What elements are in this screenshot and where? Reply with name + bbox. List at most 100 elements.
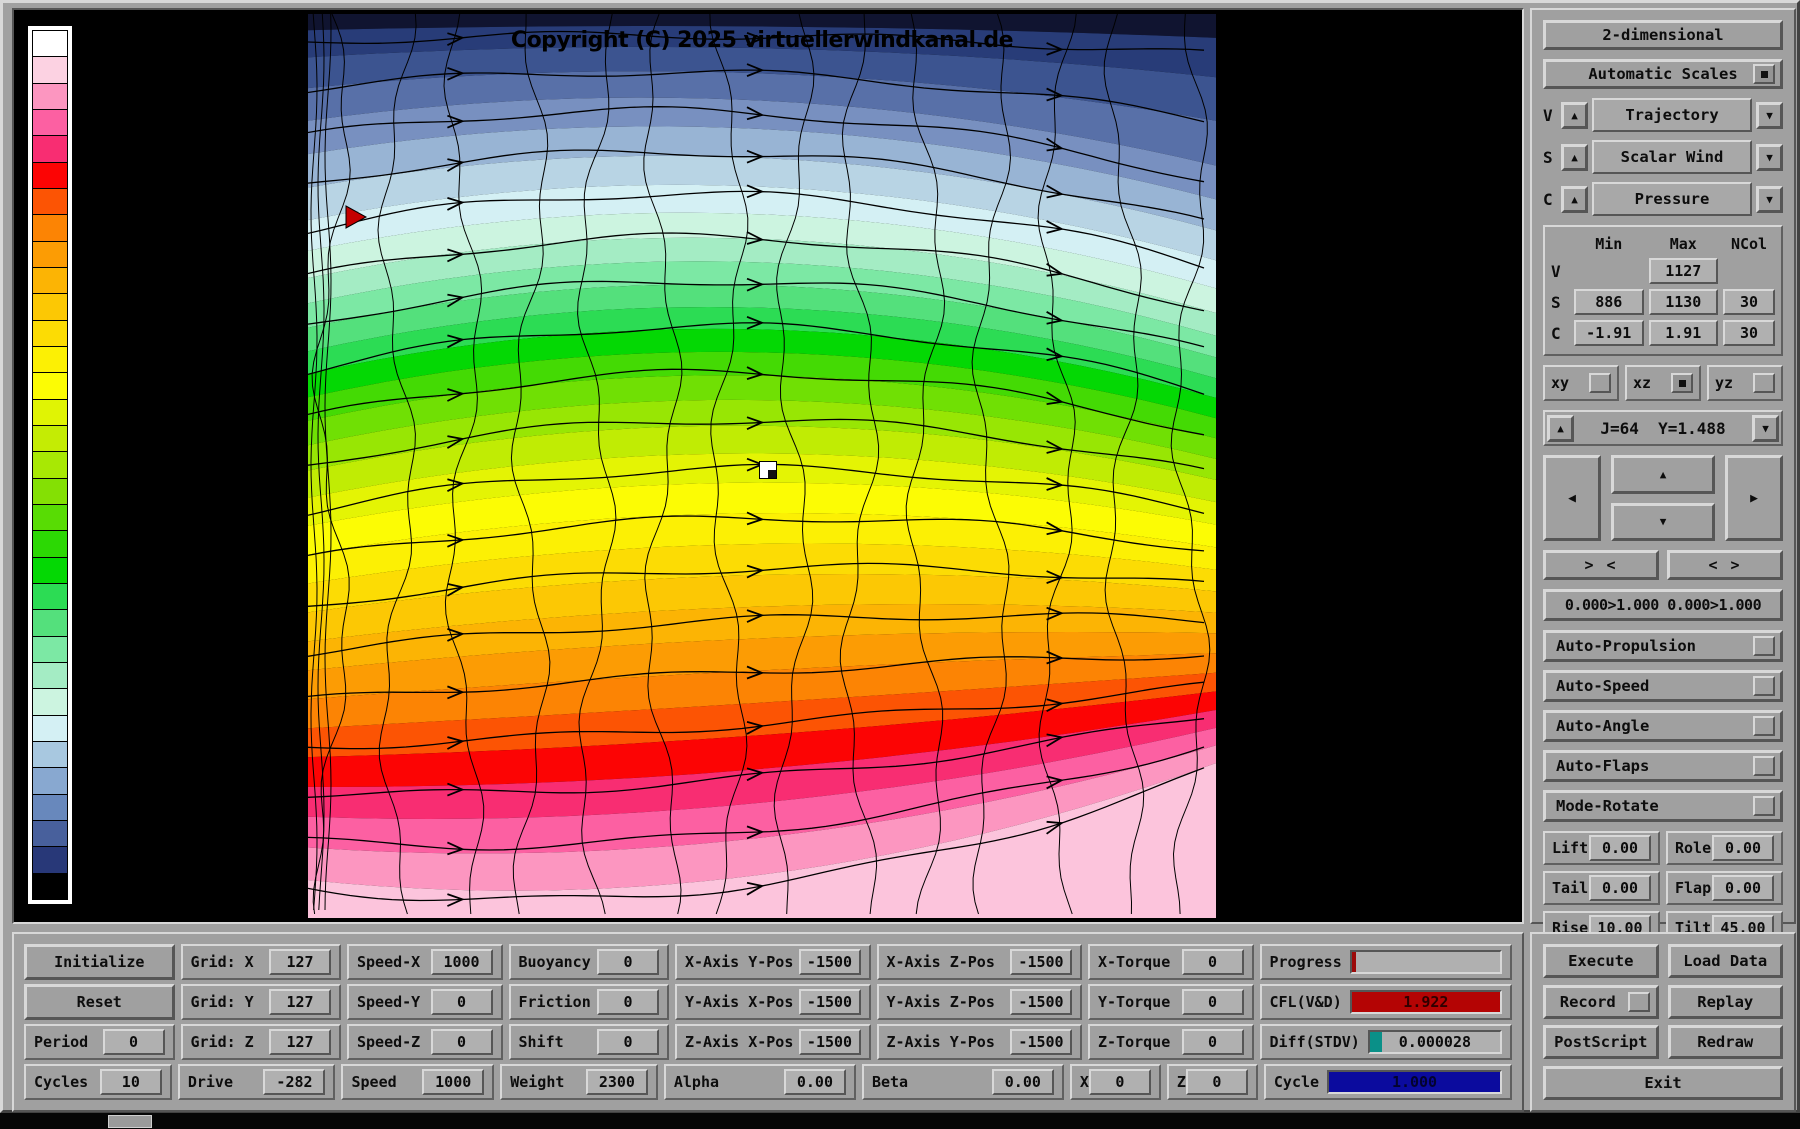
automatic-scales-button[interactable]: Automatic Scales bbox=[1543, 59, 1783, 89]
selector-s-up-button[interactable]: ▲ bbox=[1561, 144, 1588, 171]
value-z-torque[interactable]: 0 bbox=[1182, 1029, 1244, 1055]
scale-c-ncol[interactable]: 30 bbox=[1723, 320, 1775, 346]
postscript-button[interactable]: PostScript bbox=[1543, 1025, 1659, 1059]
slice-up-button[interactable]: ▲ bbox=[1547, 415, 1574, 442]
reset-button[interactable]: Reset bbox=[24, 984, 175, 1020]
value-x-axis-z-pos[interactable]: -1500 bbox=[1010, 949, 1072, 975]
group-cycles: Cycles10 bbox=[24, 1064, 172, 1100]
value-y-axis-z-pos[interactable]: -1500 bbox=[1010, 989, 1072, 1015]
value-x-axis-y-pos[interactable]: -1500 bbox=[799, 949, 861, 975]
colorbar-cell bbox=[33, 874, 67, 899]
colorbar-cell bbox=[33, 242, 67, 268]
plane-toggles: xyxz yz bbox=[1543, 365, 1783, 401]
initialize-button[interactable]: Initialize bbox=[24, 944, 175, 980]
value-grid-z[interactable]: 127 bbox=[269, 1029, 331, 1055]
load-data-button[interactable]: Load Data bbox=[1668, 944, 1784, 978]
pan-right-button[interactable]: ▶ bbox=[1725, 455, 1783, 541]
scale-s-max[interactable]: 1130 bbox=[1649, 289, 1719, 315]
value-beta[interactable]: 0.00 bbox=[992, 1069, 1054, 1095]
value-drive[interactable]: -282 bbox=[263, 1069, 325, 1095]
auto-speed-button[interactable]: Auto-Speed bbox=[1543, 670, 1783, 702]
scale-c-min[interactable]: -1.91 bbox=[1574, 320, 1644, 346]
flow-field-canvas[interactable]: Copyright (C) 2025 virtuellerwindkanal.d… bbox=[308, 14, 1216, 918]
scale-c-max[interactable]: 1.91 bbox=[1649, 320, 1719, 346]
colorbar-cell bbox=[33, 847, 67, 873]
plane-yz-indicator[interactable] bbox=[1753, 373, 1775, 393]
value-speed-y[interactable]: 0 bbox=[431, 989, 493, 1015]
param-value-flap[interactable]: 0.00 bbox=[1712, 875, 1774, 901]
value-alpha[interactable]: 0.00 bbox=[784, 1069, 846, 1095]
param-value-tail[interactable]: 0.00 bbox=[1589, 875, 1651, 901]
scale-s-ncol[interactable]: 30 bbox=[1723, 289, 1775, 315]
selector-s-down-button[interactable]: ▼ bbox=[1756, 144, 1783, 171]
value-shift[interactable]: 0 bbox=[597, 1029, 659, 1055]
plane-label-xz: xz bbox=[1633, 374, 1651, 392]
param-value-role[interactable]: 0.00 bbox=[1712, 835, 1774, 861]
record-button[interactable]: Record bbox=[1543, 985, 1659, 1019]
value-grid-y[interactable]: 127 bbox=[269, 989, 331, 1015]
plane-toggle-xz[interactable]: xz bbox=[1625, 365, 1701, 401]
pan-down-button[interactable]: ▼ bbox=[1611, 503, 1715, 542]
zoom-out-button[interactable]: < > bbox=[1667, 550, 1783, 580]
scale-s-min[interactable]: 886 bbox=[1574, 289, 1644, 315]
auto-flaps-button[interactable]: Auto-Flaps bbox=[1543, 750, 1783, 782]
slice-down-button[interactable]: ▼ bbox=[1752, 415, 1779, 442]
value-period[interactable]: 0 bbox=[103, 1029, 165, 1055]
taskbar-item[interactable] bbox=[108, 1115, 152, 1128]
value-x[interactable]: 0 bbox=[1089, 1069, 1151, 1095]
meter-diff-stdv: 0.000028 bbox=[1368, 1030, 1502, 1054]
auto-toggles: Auto-Propulsion Auto-Speed Auto-Angle Auto-… bbox=[1543, 630, 1783, 822]
value-cycles[interactable]: 10 bbox=[100, 1069, 162, 1095]
zoom-in-button[interactable]: > < bbox=[1543, 550, 1659, 580]
mode-rotate-button[interactable]: Mode-Rotate bbox=[1543, 790, 1783, 822]
replay-button[interactable]: Replay bbox=[1668, 985, 1784, 1019]
colorbar-cell bbox=[33, 795, 67, 821]
label-friction: Friction bbox=[519, 993, 591, 1011]
value-grid-x[interactable]: 127 bbox=[269, 949, 331, 975]
plane-label-yz: yz bbox=[1715, 374, 1733, 392]
colorbar-cell bbox=[33, 742, 67, 768]
parameter-row: Period0Grid: Z127Speed-Z0Shift0Z-Axis X-… bbox=[24, 1024, 1512, 1060]
plane-xy-indicator[interactable] bbox=[1589, 373, 1611, 393]
value-speed-x[interactable]: 1000 bbox=[431, 949, 493, 975]
label-drive: Drive bbox=[188, 1073, 233, 1091]
execute-button[interactable]: Execute bbox=[1543, 944, 1659, 978]
selector-v-field[interactable]: Trajectory bbox=[1592, 98, 1752, 132]
scale-v-max[interactable]: 1127 bbox=[1649, 258, 1719, 284]
selector-s-field[interactable]: Scalar Wind bbox=[1592, 140, 1752, 174]
label-x-axis-z-pos: X-Axis Z-Pos bbox=[887, 953, 995, 971]
label-buoyancy: Buoyancy bbox=[519, 953, 591, 971]
value-buoyancy[interactable]: 0 bbox=[597, 949, 659, 975]
selector-c-field[interactable]: Pressure bbox=[1592, 182, 1752, 216]
plane-xz-indicator[interactable] bbox=[1671, 373, 1693, 393]
selector-c-down-button[interactable]: ▼ bbox=[1756, 186, 1783, 213]
auto-propulsion-button[interactable]: Auto-Propulsion bbox=[1543, 630, 1783, 662]
exit-button[interactable]: Exit bbox=[1543, 1066, 1783, 1100]
value-x-torque[interactable]: 0 bbox=[1182, 949, 1244, 975]
value-z-axis-y-pos[interactable]: -1500 bbox=[1010, 1029, 1072, 1055]
auto-angle-button[interactable]: Auto-Angle bbox=[1543, 710, 1783, 742]
selector-v-up-button[interactable]: ▲ bbox=[1561, 102, 1588, 129]
pan-left-button[interactable]: ◀ bbox=[1543, 455, 1601, 541]
value-friction[interactable]: 0 bbox=[597, 989, 659, 1015]
plane-toggle-yz[interactable]: yz bbox=[1707, 365, 1783, 401]
redraw-button[interactable]: Redraw bbox=[1668, 1025, 1784, 1059]
plane-toggle-xy[interactable]: xy bbox=[1543, 365, 1619, 401]
group-x: X0 bbox=[1070, 1064, 1161, 1100]
value-z-axis-x-pos[interactable]: -1500 bbox=[799, 1029, 861, 1055]
selector-row-c: C▲Pressure▼ bbox=[1543, 182, 1783, 216]
value-speed[interactable]: 1000 bbox=[422, 1069, 484, 1095]
param-value-lift[interactable]: 0.00 bbox=[1589, 835, 1651, 861]
colorbar-cell bbox=[33, 531, 67, 557]
cursor-crosshair bbox=[759, 461, 777, 479]
mode-button[interactable]: 2-dimensional bbox=[1543, 20, 1783, 50]
pan-up-button[interactable]: ▲ bbox=[1611, 455, 1715, 494]
value-weight[interactable]: 2300 bbox=[586, 1069, 648, 1095]
selector-v-down-button[interactable]: ▼ bbox=[1756, 102, 1783, 129]
value-y-torque[interactable]: 0 bbox=[1182, 989, 1244, 1015]
value-speed-z[interactable]: 0 bbox=[431, 1029, 493, 1055]
label-cycle: Cycle bbox=[1274, 1073, 1319, 1091]
value-y-axis-x-pos[interactable]: -1500 bbox=[799, 989, 861, 1015]
value-z[interactable]: 0 bbox=[1186, 1069, 1248, 1095]
selector-c-up-button[interactable]: ▲ bbox=[1561, 186, 1588, 213]
